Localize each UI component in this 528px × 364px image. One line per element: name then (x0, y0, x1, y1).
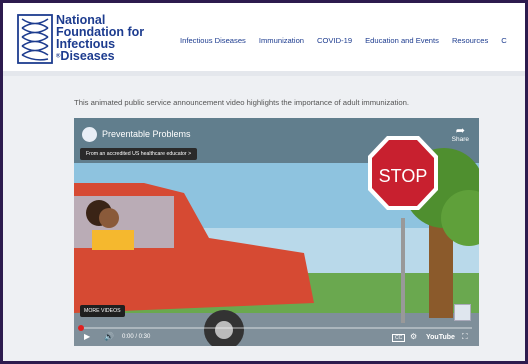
educator-badge[interactable]: From an accredited US healthcare educato… (80, 148, 198, 160)
chevron-right-icon: > (188, 151, 192, 157)
share-icon: ➦ (455, 125, 465, 137)
logo-line-4: ®Diseases (56, 50, 144, 63)
nav-item-resources[interactable]: Resources (452, 36, 488, 45)
site-header: National Foundation for Infectious ®Dise… (3, 3, 525, 71)
browser-viewport: National Foundation for Infectious ®Dise… (3, 3, 525, 361)
progress-bar[interactable] (78, 325, 472, 331)
video-player[interactable]: STOP Preventable Problems ➦ Share From a… (74, 118, 479, 346)
nav-item-covid-19[interactable]: COVID-19 (317, 36, 352, 45)
more-videos-button[interactable]: MORE VIDEOS (80, 305, 125, 317)
logo-line-4-text: Diseases (60, 49, 115, 63)
settings-icon[interactable]: ⚙ (410, 332, 417, 341)
time-display: 0:00 / 0:30 (122, 334, 151, 340)
play-icon[interactable]: ▶ (84, 332, 90, 341)
stop-sign-text: STOP (379, 166, 428, 186)
fullscreen-icon[interactable]: ⛶ (462, 332, 468, 342)
channel-watermark-icon[interactable] (454, 304, 471, 321)
cc-icon[interactable]: CC (392, 334, 406, 342)
main-nav: Infectious Diseases Immunization COVID-1… (180, 36, 520, 45)
intro-text: This animated public service announcemen… (74, 98, 410, 107)
header-divider (3, 71, 525, 76)
nav-item-immunization[interactable]: Immunization (259, 36, 304, 45)
logo-wordmark[interactable]: National Foundation for Infectious ®Dise… (56, 14, 144, 63)
player-controls: ▶ 🔊 0:00 / 0:30 CC ⚙ YouTube ⛶ (74, 331, 479, 346)
nav-item-truncated[interactable]: C (501, 36, 506, 45)
educator-badge-text: From an accredited US healthcare educato… (86, 151, 187, 157)
share-label: Share (451, 136, 469, 143)
volume-icon[interactable]: 🔊 (104, 332, 114, 341)
video-title[interactable]: Preventable Problems (102, 129, 191, 139)
nav-item-education-and-events[interactable]: Education and Events (365, 36, 439, 45)
youtube-logo[interactable]: YouTube (426, 334, 455, 341)
nav-item-infectious-diseases[interactable]: Infectious Diseases (180, 36, 246, 45)
share-button[interactable]: ➦ Share (451, 125, 469, 144)
channel-avatar-icon[interactable] (82, 127, 97, 142)
logo-helix-icon[interactable] (17, 14, 53, 64)
